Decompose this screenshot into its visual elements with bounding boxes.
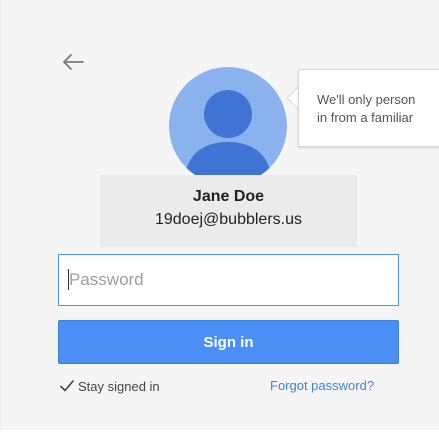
stay-signed-in-label: Stay signed in [78,378,160,394]
default-avatar-icon [169,67,287,185]
stay-signed-in-checkbox[interactable]: Stay signed in [59,376,160,396]
sign-in-button[interactable]: Sign in [58,320,399,364]
account-email: 19doej@bubblers.us [154,211,302,228]
checkmark-icon [60,380,74,392]
text-caret [68,269,69,290]
forgot-password-link[interactable]: Forgot password? [270,378,374,393]
info-tooltip: We'll only person in from a familiar [298,69,439,147]
signin-card: We'll only person in from a familiar Jan… [0,0,439,444]
back-arrow-icon[interactable] [61,50,87,74]
password-input[interactable] [58,254,399,306]
tooltip-text: We'll only person in from a familiar [317,91,439,127]
tooltip-line-1: We'll only person [317,92,416,107]
account-name: Jane Doe [192,188,265,205]
account-identity: Jane Doe 19doej@bubblers.us [100,175,357,247]
page-background [0,430,439,444]
avatar [168,66,288,186]
tooltip-line-2: in from a familiar [317,110,414,125]
